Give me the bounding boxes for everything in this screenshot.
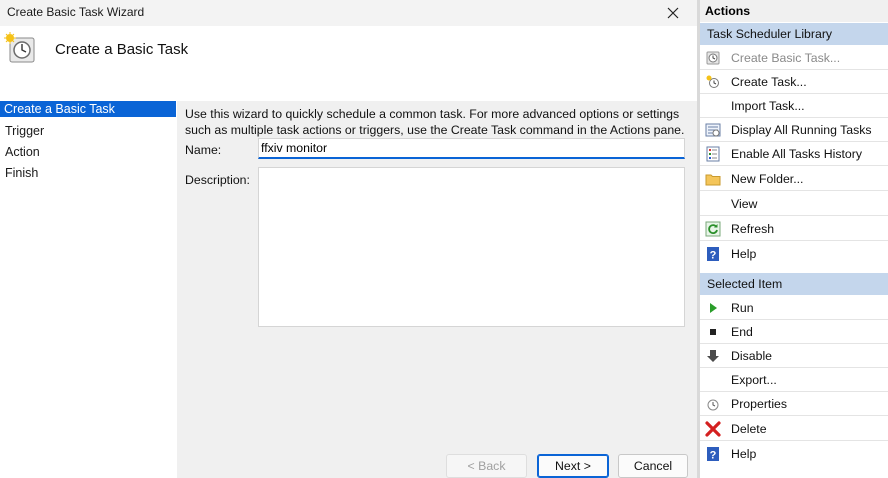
refresh-icon bbox=[705, 221, 721, 237]
wizard-heading: Create a Basic Task bbox=[55, 41, 189, 58]
window-title: Create Basic Task Wizard bbox=[7, 5, 145, 19]
action-create-task[interactable]: Create Task... bbox=[700, 70, 888, 94]
action-new-folder[interactable]: New Folder... bbox=[700, 167, 888, 191]
section-task-scheduler-library[interactable]: Task Scheduler Library bbox=[700, 23, 888, 45]
step-action: Action bbox=[5, 145, 40, 159]
action-label: View bbox=[731, 197, 758, 211]
display-running-tasks-icon bbox=[705, 123, 721, 137]
task-clock-icon bbox=[4, 32, 35, 63]
action-label: Create Task... bbox=[731, 75, 807, 89]
section-selected-item[interactable]: Selected Item bbox=[700, 273, 888, 295]
action-label: Disable bbox=[731, 349, 773, 363]
action-label: Help bbox=[731, 447, 757, 461]
end-icon bbox=[710, 329, 716, 335]
description-label: Description: bbox=[185, 173, 250, 187]
properties-icon bbox=[707, 399, 719, 411]
action-view[interactable]: View bbox=[700, 192, 888, 216]
action-help-selected[interactable]: ? Help bbox=[700, 442, 888, 466]
tasks-history-icon bbox=[706, 146, 720, 162]
action-enable-tasks-history[interactable]: Enable All Tasks History bbox=[700, 142, 888, 166]
name-field[interactable] bbox=[258, 138, 685, 159]
disable-icon bbox=[707, 350, 719, 362]
action-label: Refresh bbox=[731, 222, 775, 236]
action-label: Import Task... bbox=[731, 99, 805, 113]
action-display-running-tasks[interactable]: Display All Running Tasks bbox=[700, 118, 888, 142]
action-export[interactable]: Export... bbox=[700, 368, 888, 392]
svg-text:?: ? bbox=[710, 450, 717, 462]
step-create-basic-task: Create a Basic Task bbox=[0, 101, 176, 117]
action-properties[interactable]: Properties bbox=[700, 392, 888, 416]
create-task-icon bbox=[706, 75, 719, 88]
action-end[interactable]: End bbox=[700, 320, 888, 344]
description-field[interactable] bbox=[258, 167, 685, 327]
create-basic-task-wizard: Create Basic Task Wizard Create a Basic … bbox=[0, 0, 697, 478]
svg-text:?: ? bbox=[710, 250, 717, 262]
action-label: Create Basic Task... bbox=[731, 51, 841, 65]
intro-text: Use this wizard to quickly schedule a co… bbox=[185, 107, 685, 137]
action-refresh[interactable]: Refresh bbox=[700, 217, 888, 241]
next-button[interactable]: Next > bbox=[537, 454, 609, 478]
back-button[interactable]: < Back bbox=[446, 454, 527, 478]
action-label: Run bbox=[731, 301, 754, 315]
action-label: Display All Running Tasks bbox=[731, 123, 872, 137]
action-create-basic-task[interactable]: Create Basic Task... bbox=[700, 46, 888, 70]
title-bar: Create Basic Task Wizard bbox=[0, 0, 697, 26]
action-label: Delete bbox=[731, 422, 767, 436]
action-run[interactable]: Run bbox=[700, 296, 888, 320]
step-trigger: Trigger bbox=[5, 124, 45, 138]
close-icon bbox=[667, 7, 679, 19]
action-delete[interactable]: Delete bbox=[700, 417, 888, 441]
action-import-task[interactable]: Import Task... bbox=[700, 94, 888, 118]
actions-pane-title: Actions bbox=[700, 0, 888, 22]
name-label: Name: bbox=[185, 143, 222, 157]
wizard-content: Use this wizard to quickly schedule a co… bbox=[177, 101, 697, 478]
close-button[interactable] bbox=[651, 0, 695, 26]
action-label: New Folder... bbox=[731, 172, 804, 186]
wizard-steps: Create a Basic Task Trigger Action Finis… bbox=[0, 101, 176, 185]
help-icon: ? bbox=[707, 447, 719, 462]
run-icon bbox=[710, 303, 717, 313]
folder-icon bbox=[705, 174, 721, 186]
action-label: End bbox=[731, 325, 753, 339]
action-help[interactable]: ? Help bbox=[700, 242, 888, 266]
action-disable[interactable]: Disable bbox=[700, 344, 888, 368]
action-label: Enable All Tasks History bbox=[731, 147, 862, 161]
action-label: Properties bbox=[731, 397, 788, 411]
delete-icon bbox=[705, 421, 721, 437]
cancel-button[interactable]: Cancel bbox=[618, 454, 688, 478]
step-finish: Finish bbox=[5, 166, 39, 180]
wizard-header: Create a Basic Task bbox=[0, 26, 697, 96]
help-icon: ? bbox=[707, 247, 719, 262]
create-basic-task-icon bbox=[706, 51, 720, 65]
action-label: Export... bbox=[731, 373, 777, 387]
actions-pane: Actions Task Scheduler Library Create Ba… bbox=[700, 0, 888, 478]
action-label: Help bbox=[731, 247, 757, 261]
